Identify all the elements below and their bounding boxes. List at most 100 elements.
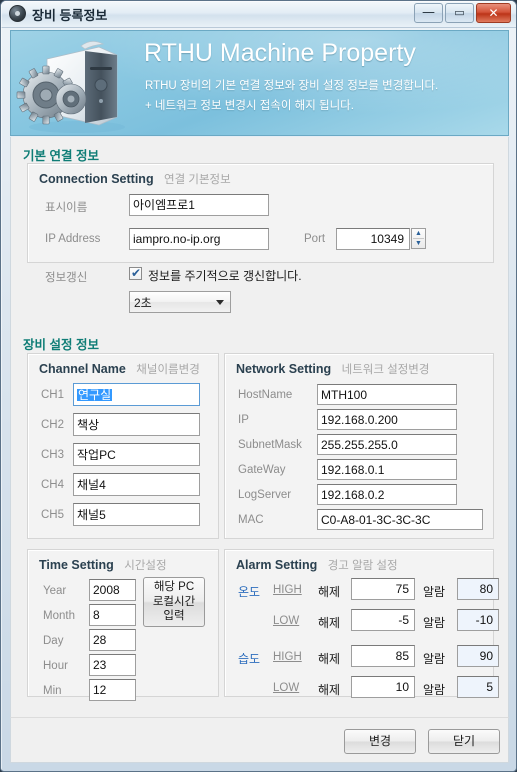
close-icon: ✕ <box>488 6 499 20</box>
alarm-level-1: HIGH <box>273 584 302 596</box>
spinner-up-icon[interactable]: ▲ <box>412 229 425 238</box>
dialog-window: 장비 등록정보 — ▭ ✕ RTHU Machine Property RTHU… <box>0 0 517 772</box>
alarm-level-4: LOW <box>273 682 300 694</box>
refresh-interval-select[interactable]: 2초 <box>129 291 231 313</box>
display-name-input[interactable]: 아이엠프로1 <box>129 194 269 216</box>
logserver-input[interactable]: 192.168.0.2 <box>317 484 457 505</box>
alarm-kind-humidity: 습도 <box>238 652 261 666</box>
channel-5-input[interactable]: 채널5 <box>73 503 200 526</box>
group-heading-channel-en: Channel Name <box>39 362 126 376</box>
chevron-down-icon <box>216 300 224 305</box>
alarm-alarm-label-1: 알람 <box>423 585 446 599</box>
label-gateway: GateWay <box>238 464 286 476</box>
day-input[interactable]: 28 <box>89 629 136 651</box>
group-heading-connection-en: Connection Setting <box>39 172 154 186</box>
ip-input[interactable]: 192.168.0.200 <box>317 409 457 430</box>
close-dialog-button[interactable]: 닫기 <box>428 729 500 754</box>
banner-title: RTHU Machine Property <box>144 39 416 67</box>
window-title: 장비 등록정보 <box>32 8 108 23</box>
alarm-clear-input-4[interactable]: 10 <box>351 676 415 698</box>
alarm-alarm-input-2[interactable]: -10 <box>457 609 499 631</box>
label-ip-address: IP Address <box>45 233 101 245</box>
computer-tower-gears-image <box>16 41 125 133</box>
title-bar: 장비 등록정보 — ▭ ✕ <box>1 1 516 28</box>
hostname-input[interactable]: MTH100 <box>317 384 457 405</box>
label-ch5: CH5 <box>41 509 65 521</box>
spinner-down-icon[interactable]: ▼ <box>412 239 425 248</box>
maximize-button[interactable]: ▭ <box>445 3 474 23</box>
minimize-button[interactable]: — <box>414 3 443 23</box>
group-heading-channel: Channel Name 채널이름변경 <box>39 360 200 378</box>
label-ip: IP <box>238 414 249 426</box>
port-spinner[interactable]: ▲ ▼ <box>411 228 426 249</box>
label-year: Year <box>43 585 67 597</box>
alarm-clear-label-4: 해제 <box>318 683 341 697</box>
port-input[interactable]: 10349 <box>336 228 410 250</box>
alarm-alarm-label-4: 알람 <box>423 683 446 697</box>
alarm-clear-input-2[interactable]: -5 <box>351 609 415 631</box>
label-display-name: 표시이름 <box>45 202 88 214</box>
close-button[interactable]: ✕ <box>476 3 511 23</box>
year-input[interactable]: 2008 <box>89 579 136 601</box>
alarm-clear-input-1[interactable]: 75 <box>351 578 415 600</box>
subnetmask-input[interactable]: 255.255.255.0 <box>317 434 457 455</box>
dialog-footer: 변경 닫기 <box>10 717 509 763</box>
channel-2-input[interactable]: 책상 <box>73 413 200 436</box>
section-title-device: 장비 설정 정보 <box>23 338 99 352</box>
group-heading-network: Network Setting 네트워크 설정변경 <box>236 360 429 378</box>
ip-address-input[interactable]: iampro.no-ip.org <box>129 228 269 250</box>
min-input[interactable]: 12 <box>89 679 136 701</box>
label-refresh: 정보갱신 <box>45 272 88 284</box>
alarm-level-2: LOW <box>273 615 300 627</box>
alarm-alarm-label-2: 알람 <box>423 616 446 630</box>
channel-1-value: 연구실 <box>77 387 113 402</box>
alarm-alarm-input-4[interactable]: 5 <box>457 676 499 698</box>
hour-input[interactable]: 23 <box>89 654 136 676</box>
label-day: Day <box>43 635 64 647</box>
month-input[interactable]: 8 <box>89 604 136 626</box>
label-ch3: CH3 <box>41 449 65 461</box>
banner-subtitle-2: + 네트워크 정보 변경시 접속이 해지 됩니다. <box>145 100 354 112</box>
alarm-alarm-input-3[interactable]: 90 <box>457 645 499 667</box>
label-hour: Hour <box>43 660 68 672</box>
label-ch4: CH4 <box>41 479 65 491</box>
label-hostname: HostName <box>238 389 293 401</box>
label-logserver: LogServer <box>238 489 292 501</box>
channel-3-input[interactable]: 작업PC <box>73 443 200 466</box>
group-heading-connection-kr: 연결 기본정보 <box>164 174 231 186</box>
channel-4-input[interactable]: 채널4 <box>73 473 200 496</box>
alarm-kind-temperature: 온도 <box>238 585 261 599</box>
group-heading-connection: Connection Setting 연결 기본정보 <box>39 170 231 188</box>
gear-circle-icon <box>9 5 26 22</box>
minimize-icon: — <box>422 5 435 20</box>
label-mac: MAC <box>238 514 264 526</box>
alarm-clear-label-2: 해제 <box>318 616 341 630</box>
alarm-clear-input-3[interactable]: 85 <box>351 645 415 667</box>
label-month: Month <box>43 610 75 622</box>
group-heading-network-en: Network Setting <box>236 362 332 376</box>
group-heading-alarm-kr: 경고 알람 설정 <box>327 560 398 572</box>
refresh-interval-value: 2초 <box>134 295 152 310</box>
alarm-clear-label-1: 해제 <box>318 585 341 599</box>
label-min: Min <box>43 685 62 697</box>
apply-button[interactable]: 변경 <box>344 729 416 754</box>
group-heading-channel-kr: 채널이름변경 <box>136 364 200 376</box>
alarm-alarm-input-1[interactable]: 80 <box>457 578 499 600</box>
mac-input[interactable]: C0-A8-01-3C-3C-3C <box>317 509 483 530</box>
group-heading-alarm: Alarm Setting 경고 알람 설정 <box>236 556 398 574</box>
dialog-body: 기본 연결 정보 Connection Setting 연결 기본정보 표시이름… <box>10 137 509 717</box>
alarm-clear-label-3: 해제 <box>318 652 341 666</box>
check-icon: ✔ <box>131 266 142 280</box>
group-heading-network-kr: 네트워크 설정변경 <box>341 364 430 376</box>
group-heading-time-en: Time Setting <box>39 558 114 572</box>
refresh-checkbox[interactable]: ✔ <box>129 266 142 280</box>
local-time-button[interactable]: 해당 PC 로컬시간 입력 <box>143 577 205 627</box>
refresh-checkbox-label: 정보를 주기적으로 갱신합니다. <box>148 269 302 283</box>
channel-1-input[interactable]: 연구실 <box>73 383 200 406</box>
label-ch2: CH2 <box>41 419 65 431</box>
gateway-input[interactable]: 192.168.0.1 <box>317 459 457 480</box>
alarm-alarm-label-3: 알람 <box>423 652 446 666</box>
label-subnetmask: SubnetMask <box>238 439 302 451</box>
label-port: Port <box>304 233 326 245</box>
group-heading-alarm-en: Alarm Setting <box>236 558 318 572</box>
